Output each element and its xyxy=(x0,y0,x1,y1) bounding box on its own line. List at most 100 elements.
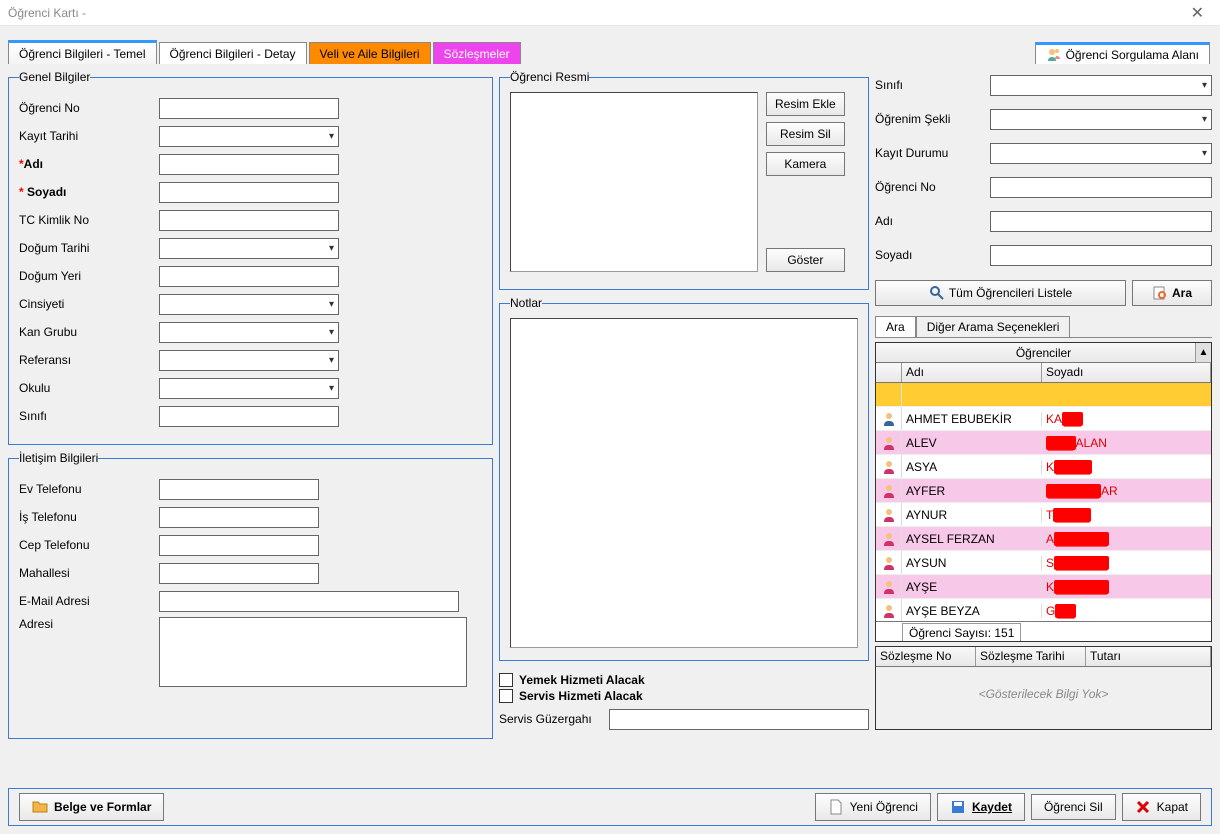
label-dogum-tarihi: Doğum Tarihi xyxy=(19,241,159,255)
subtab-ara[interactable]: Ara xyxy=(875,316,916,337)
table-row[interactable]: AHMET EBUBEKİRKA██ xyxy=(876,407,1211,431)
listele-button[interactable]: Tüm Öğrencileri Listele xyxy=(875,280,1126,306)
table-row[interactable]: AYNURT████ xyxy=(876,503,1211,527)
combo-okulu[interactable] xyxy=(159,378,339,399)
col-sozlesme-tarihi: Sözleşme Tarihi xyxy=(976,647,1086,666)
input-guzergah[interactable] xyxy=(609,709,869,730)
combo-referansi[interactable] xyxy=(159,350,339,371)
input-tc-kimlik[interactable] xyxy=(159,210,339,231)
cell-adi: AYNUR xyxy=(902,508,1042,522)
cell-adi: ASYA xyxy=(902,460,1042,474)
tab-sorgulama-label: Öğrenci Sorgulama Alanı xyxy=(1066,48,1199,62)
search-label-adi: Adı xyxy=(875,214,990,228)
close-x-icon xyxy=(1135,799,1151,815)
col-tutari: Tutarı xyxy=(1086,647,1211,666)
input-cep-tel[interactable] xyxy=(159,535,319,556)
input-adresi[interactable] xyxy=(159,617,467,687)
label-referansi: Referansı xyxy=(19,353,159,367)
servis-label: Servis Hizmeti Alacak xyxy=(519,689,643,703)
col-sozlesme-no: Sözleşme No xyxy=(876,647,976,666)
table-row[interactable]: ASYAK████ xyxy=(876,455,1211,479)
input-adi[interactable] xyxy=(159,154,339,175)
tab-sozlesmeler[interactable]: Sözleşmeler xyxy=(433,42,521,64)
search-combo-sinifi[interactable] xyxy=(990,75,1212,96)
contract-empty: <Gösterilecek Bilgi Yok> xyxy=(876,667,1211,721)
search-input-adi[interactable] xyxy=(990,211,1212,232)
label-okulu: Okulu xyxy=(19,381,159,395)
combo-dogum-tarihi[interactable] xyxy=(159,238,339,259)
search-icon xyxy=(1152,285,1168,301)
table-row[interactable]: AYŞE BEYZAG██ xyxy=(876,599,1211,621)
tab-temel[interactable]: Öğrenci Bilgileri - Temel xyxy=(8,40,157,64)
search-input-no[interactable] xyxy=(990,177,1212,198)
main-tabs: Öğrenci Bilgileri - Temel Öğrenci Bilgil… xyxy=(8,40,1212,64)
genel-bilgiler-legend: Genel Bilgiler xyxy=(19,70,90,84)
ara-button[interactable]: Ara xyxy=(1132,280,1212,306)
input-dogum-yeri[interactable] xyxy=(159,266,339,287)
label-adresi: Adresi xyxy=(19,617,159,631)
label-kan-grubu: Kan Grubu xyxy=(19,325,159,339)
person-icon xyxy=(876,431,902,454)
input-is-tel[interactable] xyxy=(159,507,319,528)
table-row-selected[interactable] xyxy=(876,383,1211,407)
notes-textarea[interactable] xyxy=(510,318,858,648)
input-soyadi[interactable] xyxy=(159,182,339,203)
person-icon xyxy=(876,599,902,621)
subtab-diger[interactable]: Diğer Arama Seçenekleri xyxy=(916,316,1071,337)
servis-checkbox[interactable] xyxy=(499,689,513,703)
yemek-checkbox[interactable] xyxy=(499,673,513,687)
search-combo-kayit[interactable] xyxy=(990,143,1212,164)
kaydet-button[interactable]: Kaydet xyxy=(937,793,1025,821)
label-ogrenci-no: Öğrenci No xyxy=(19,101,159,115)
yeni-ogrenci-button[interactable]: Yeni Öğrenci xyxy=(815,793,931,821)
close-icon[interactable]: ✕ xyxy=(1183,3,1212,23)
resim-ekle-button[interactable]: Resim Ekle xyxy=(766,92,845,116)
titlebar: Öğrenci Kartı - ✕ xyxy=(0,0,1220,26)
table-row[interactable]: AYSEL FERZANA██████ xyxy=(876,527,1211,551)
table-row[interactable]: AYFER██████AR xyxy=(876,479,1211,503)
label-cep-tel: Cep Telefonu xyxy=(19,538,159,552)
tab-detay[interactable]: Öğrenci Bilgileri - Detay xyxy=(159,42,307,64)
search-label-soyadi: Soyadı xyxy=(875,248,990,262)
input-email[interactable] xyxy=(159,591,459,612)
scroll-up-icon[interactable]: ▲ xyxy=(1195,343,1211,363)
combo-kayit-tarihi[interactable] xyxy=(159,126,339,147)
footer-bar: Belge ve Formlar Yeni Öğrenci Kaydet Öğr… xyxy=(8,788,1212,826)
belge-formlar-button[interactable]: Belge ve Formlar xyxy=(19,793,164,821)
tab-veli[interactable]: Veli ve Aile Bilgileri xyxy=(309,42,431,64)
servis-checkbox-row[interactable]: Servis Hizmeti Alacak xyxy=(499,689,869,703)
table-row[interactable]: AYSUNS██████ xyxy=(876,551,1211,575)
person-icon xyxy=(876,479,902,502)
students-grid[interactable]: ▲ Öğrenciler Adı Soyadı AHMET EBUBEKİRKA… xyxy=(875,342,1212,642)
table-row[interactable]: ALEV███ALAN xyxy=(876,431,1211,455)
resim-sil-button[interactable]: Resim Sil xyxy=(766,122,845,146)
input-ev-tel[interactable] xyxy=(159,479,319,500)
cell-soyadi: ██████AR xyxy=(1042,484,1211,498)
ogrenci-sil-button[interactable]: Öğrenci Sil xyxy=(1031,794,1116,820)
grid-footer: Öğrenci Sayısı: 151 xyxy=(876,621,1211,642)
label-mahallesi: Mahallesi xyxy=(19,566,159,580)
cell-soyadi: T████ xyxy=(1042,508,1211,522)
yemek-label: Yemek Hizmeti Alacak xyxy=(519,673,645,687)
input-mahallesi[interactable] xyxy=(159,563,319,584)
person-icon xyxy=(876,551,902,574)
col-adi[interactable]: Adı xyxy=(902,363,1042,382)
kamera-button[interactable]: Kamera xyxy=(766,152,845,176)
col-soyadi[interactable]: Soyadı xyxy=(1042,363,1211,382)
person-icon xyxy=(876,503,902,526)
tab-sorgulama[interactable]: Öğrenci Sorgulama Alanı xyxy=(1035,42,1210,64)
iletisim-group: İletişim Bilgileri Ev Telefonu İş Telefo… xyxy=(8,451,493,739)
person-icon xyxy=(876,527,902,550)
search-input-soyadi[interactable] xyxy=(990,245,1212,266)
cell-soyadi: A██████ xyxy=(1042,532,1211,546)
search-combo-ogrenim[interactable] xyxy=(990,109,1212,130)
yemek-checkbox-row[interactable]: Yemek Hizmeti Alacak xyxy=(499,673,869,687)
combo-kan-grubu[interactable] xyxy=(159,322,339,343)
label-adi: *Adı xyxy=(19,157,159,171)
input-sinifi[interactable] xyxy=(159,406,339,427)
goster-button[interactable]: Göster xyxy=(766,248,845,272)
input-ogrenci-no[interactable] xyxy=(159,98,339,119)
kapat-button[interactable]: Kapat xyxy=(1122,793,1201,821)
table-row[interactable]: AYŞEK██████ xyxy=(876,575,1211,599)
combo-cinsiyeti[interactable] xyxy=(159,294,339,315)
